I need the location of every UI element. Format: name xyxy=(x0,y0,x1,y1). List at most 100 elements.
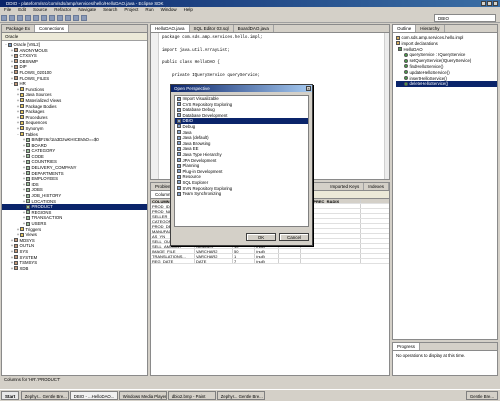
tree-node-label: Sequences xyxy=(25,120,48,126)
schema-icon xyxy=(14,260,18,265)
dialog-close-icon[interactable]: × xyxy=(306,86,311,91)
start-button[interactable]: Start xyxy=(1,391,20,400)
tree-node-label: SYSTEM xyxy=(19,254,38,260)
external-tools-icon[interactable] xyxy=(41,15,47,21)
perspective-icon xyxy=(177,130,181,135)
print-icon[interactable] xyxy=(17,15,23,21)
perspective-item[interactable]: Team Synchronizing xyxy=(175,191,308,197)
table-icon xyxy=(26,137,30,142)
cancel-button[interactable]: Cancel xyxy=(279,233,309,241)
main-toolbar xyxy=(0,13,500,23)
tab-connections[interactable]: Connections xyxy=(35,25,70,32)
table-cell xyxy=(301,259,361,263)
tree-node[interactable]: + XDB xyxy=(2,266,147,272)
tree-node-label: DBSNMP xyxy=(19,58,38,64)
tab-package-explorer[interactable]: Package Ex xyxy=(2,25,36,32)
perspective-item-label: Planning xyxy=(182,163,200,169)
tree-node-label: CTXSYS xyxy=(19,53,37,59)
table-icon xyxy=(26,221,30,226)
tree-node-label: Functions xyxy=(25,86,45,92)
perspective-icon xyxy=(177,191,181,196)
new-class-icon[interactable] xyxy=(49,15,55,21)
imports-icon xyxy=(396,41,400,46)
schema-icon xyxy=(14,255,18,260)
perspective-icon xyxy=(177,163,181,168)
perspective-item-label: Java EE xyxy=(182,146,199,152)
open-type-icon[interactable] xyxy=(57,15,63,21)
perspective-switcher[interactable]: DBIO xyxy=(434,14,496,22)
outline-item-label: findHelloService() xyxy=(409,63,444,69)
table-cell: VARCHAR2 xyxy=(195,254,233,258)
perspective-item-label: Plug-in Development xyxy=(182,168,223,174)
menu-item-edit[interactable]: Edit xyxy=(18,7,26,12)
tree-node-label: BIN$Fz6r/1Ia3DzwKHICBVaO==$0 xyxy=(31,137,99,143)
package-icon xyxy=(396,35,400,40)
menu-item-help[interactable]: Help xyxy=(184,7,193,12)
forward-icon[interactable] xyxy=(81,15,87,21)
progress-message: No operations to display at this time. xyxy=(396,353,466,358)
perspective-icon xyxy=(177,141,181,146)
open-perspective-dialog: Open Perspective × Import Visualizable CV… xyxy=(170,84,313,246)
tab-sql-editor[interactable]: SQL Editor 03.sql xyxy=(190,25,234,32)
folder-icon xyxy=(20,120,24,125)
table-row[interactable]: REG_DATE DATE 7 (null) xyxy=(151,259,389,264)
maximize-icon[interactable] xyxy=(487,1,492,6)
tree-node-label: LOCATIONS xyxy=(31,198,57,204)
minimize-icon[interactable] xyxy=(481,1,486,6)
tree-node-label: HR xyxy=(19,81,26,87)
taskbar-button[interactable]: Windows Media Player xyxy=(118,391,167,400)
tab-boarddao-java[interactable]: BoardDAO.java xyxy=(234,25,274,32)
outline-tree: com.sds.amp.services.hello.impl import de… xyxy=(393,33,497,88)
taskbar-button[interactable]: Zephyr... Gentle Bre... xyxy=(20,391,69,400)
folder-icon xyxy=(20,132,24,136)
tree-node-label: CATEGORY xyxy=(31,148,56,154)
menu-item-window[interactable]: Window xyxy=(161,7,177,12)
tree-node-label: REGIONS xyxy=(31,209,52,215)
table-cell: IMAGE_FILE xyxy=(151,249,195,253)
menu-item-file[interactable]: File xyxy=(4,7,11,12)
tree-node-label: Oracle [V8L2] xyxy=(13,42,40,47)
search-icon[interactable] xyxy=(65,15,71,21)
perspective-icon xyxy=(177,169,181,174)
tab-progress[interactable]: Progress xyxy=(393,343,421,350)
table-icon xyxy=(26,165,30,170)
taskbar-button[interactable]: dbio2.bmp - Paint xyxy=(167,391,216,400)
menu-item-run[interactable]: Run xyxy=(145,7,153,12)
table-cell: VARCHAR2 xyxy=(195,249,233,253)
debug-icon[interactable] xyxy=(25,15,31,21)
tab-hellodao-java[interactable]: HelloDAO.java xyxy=(151,25,190,32)
menu-item-source[interactable]: Source xyxy=(33,7,47,12)
table-cell: 50 xyxy=(233,249,255,253)
menu-item-navigate[interactable]: Navigate xyxy=(78,7,96,12)
menu-item-refactor[interactable]: Refactor xyxy=(54,7,71,12)
schema-icon xyxy=(14,70,18,75)
taskbar-button[interactable]: Zephyr... Gentle Bre... xyxy=(216,391,265,400)
outline-item-label: deleteHelloService() xyxy=(409,81,449,87)
tab-hierarchy[interactable]: Hierarchy xyxy=(416,25,445,32)
outline-item-label: import declarations xyxy=(401,40,438,46)
folder-icon xyxy=(20,126,24,131)
cancel-button-label: Cancel xyxy=(286,235,301,240)
perspective-list[interactable]: Import Visualizable CVS Repository Explor… xyxy=(174,95,309,227)
table-cell: TRANSLATIONS... xyxy=(151,254,195,258)
save-icon[interactable] xyxy=(9,15,15,21)
close-icon[interactable] xyxy=(493,1,498,6)
start-button-label: Start xyxy=(5,394,16,399)
perspective-icon xyxy=(177,96,181,101)
tab-outline[interactable]: Outline xyxy=(393,25,417,32)
ok-button[interactable]: OK xyxy=(246,233,276,241)
tree-node-label: Procedures xyxy=(25,114,48,120)
perspective-item-label: Java Browsing xyxy=(182,140,211,146)
editor-gutter xyxy=(151,33,159,179)
tree-node-label: COUNTRIES xyxy=(31,159,57,165)
taskbar-button[interactable]: DBIO - ...HelloDAO... xyxy=(69,391,118,400)
tab-imported-keys[interactable]: Imported Keys xyxy=(326,183,365,190)
back-icon[interactable] xyxy=(73,15,79,21)
menu-item-project[interactable]: Project xyxy=(124,7,138,12)
menu-item-search[interactable]: Search xyxy=(103,7,117,12)
outline-item[interactable]: deleteHelloService() xyxy=(396,81,497,88)
editor-scrollbar[interactable] xyxy=(384,33,389,179)
new-icon[interactable] xyxy=(1,15,7,21)
run-icon[interactable] xyxy=(33,15,39,21)
tab-indexes[interactable]: Indexes xyxy=(364,183,389,190)
